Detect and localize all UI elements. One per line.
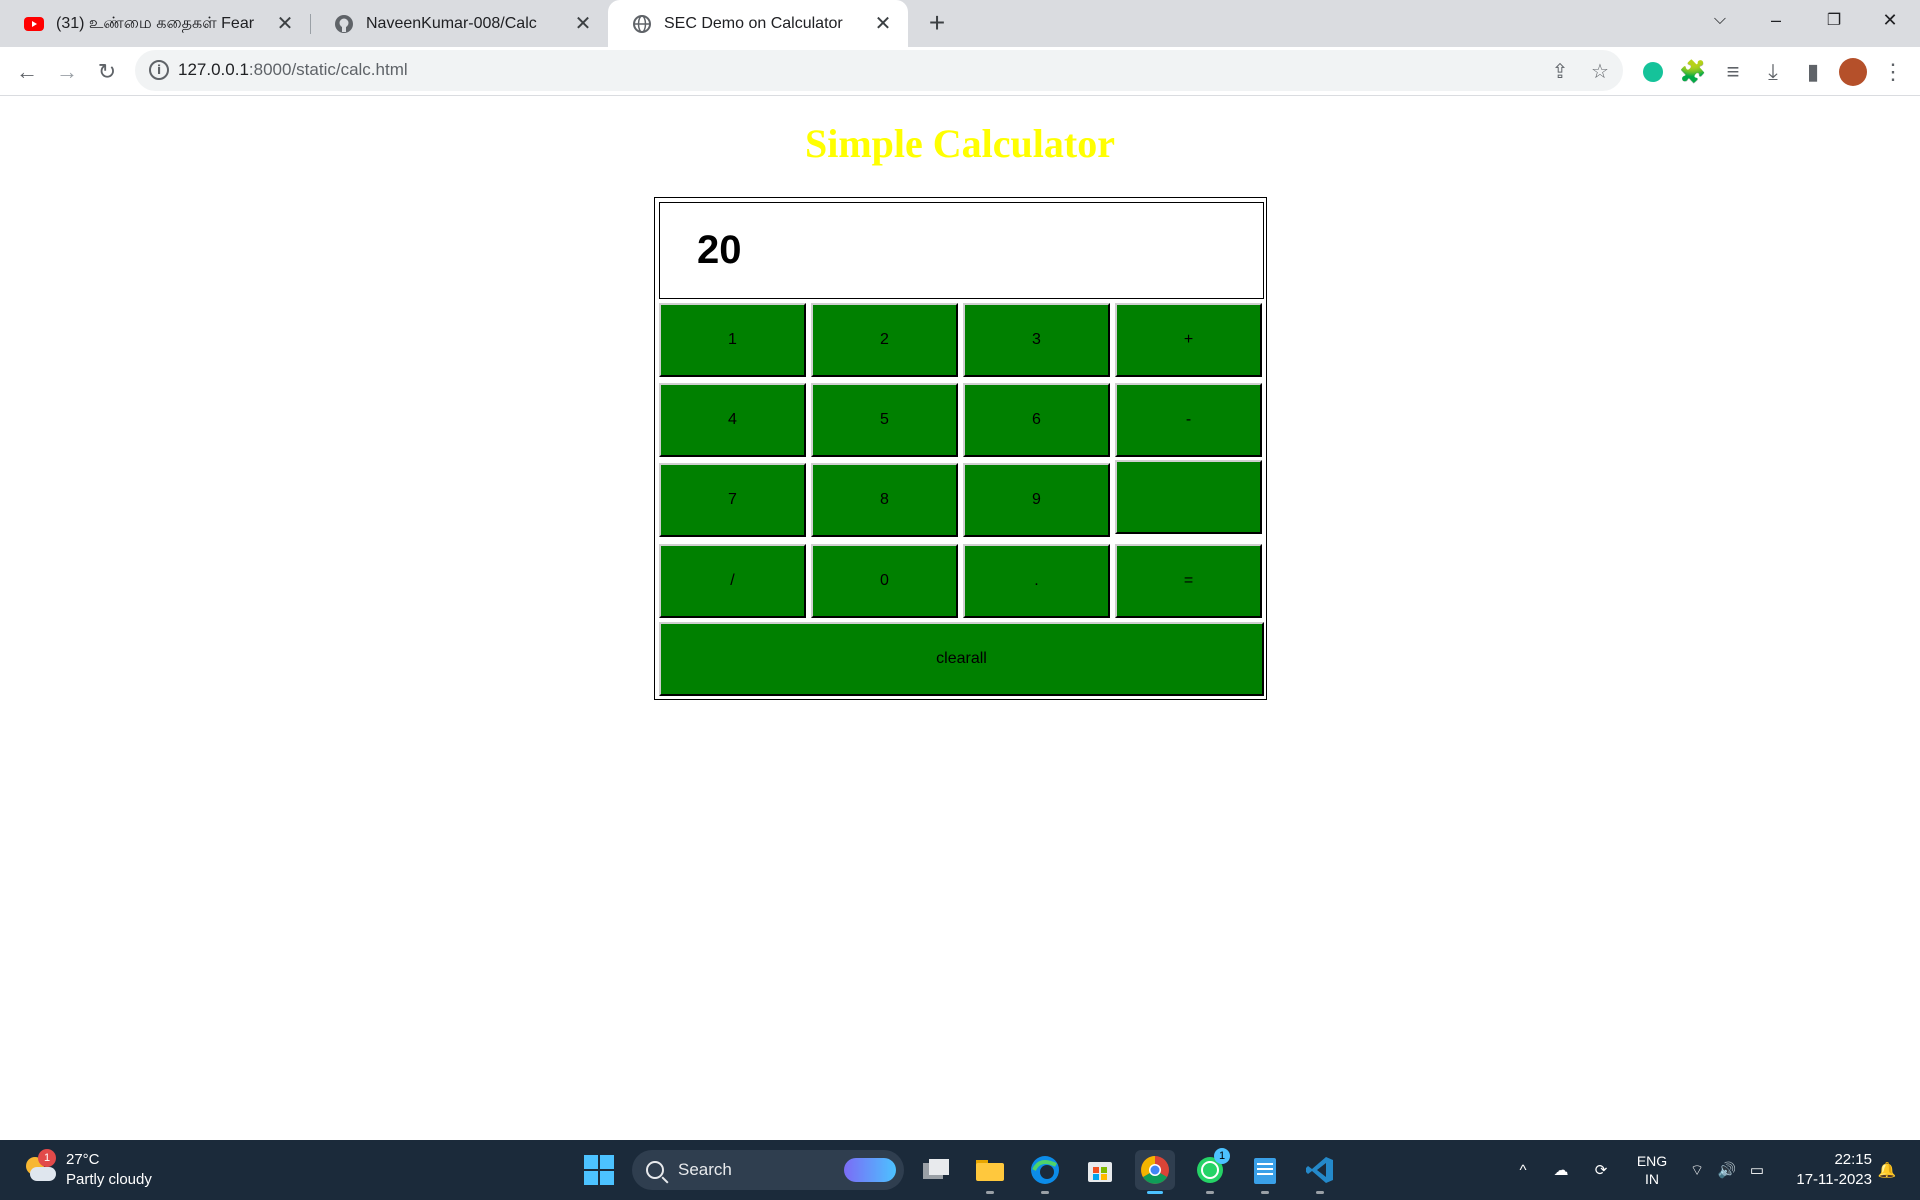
side-panel-icon[interactable]: ▮ xyxy=(1796,55,1830,89)
address-bar[interactable]: i 127.0.0.1:8000/static/calc.html ⇪ ☆ xyxy=(135,50,1623,91)
media-control-icon[interactable]: ≡ xyxy=(1716,55,1750,89)
tab-youtube[interactable]: (31) உண்மை கதைகள் Fear ✕ xyxy=(0,0,310,47)
share-icon[interactable]: ⇪ xyxy=(1547,58,1573,84)
language-code: ENG xyxy=(1636,1153,1668,1169)
tab-strip: (31) உண்மை கதைகள் Fear ✕ NaveenKumar-008… xyxy=(0,0,1920,47)
partly-cloudy-icon: 1 xyxy=(24,1149,56,1185)
tab-search-icon[interactable]: ⌵ xyxy=(1692,0,1748,40)
volume-icon[interactable]: 🔊 xyxy=(1714,1140,1740,1200)
key-7[interactable]: 7 xyxy=(659,463,806,537)
key-9[interactable]: 9 xyxy=(963,463,1110,537)
windows-start-icon[interactable] xyxy=(579,1150,619,1190)
page-title: Simple Calculator xyxy=(805,121,1115,166)
grammarly-extension-icon[interactable] xyxy=(1636,55,1670,89)
whatsapp-icon[interactable]: 1 xyxy=(1190,1148,1230,1194)
key-blank[interactable] xyxy=(1115,460,1262,534)
key-0[interactable]: 0 xyxy=(811,544,958,618)
search-icon xyxy=(646,1161,664,1179)
key-divide[interactable]: / xyxy=(659,544,806,618)
github-icon xyxy=(335,14,353,33)
onedrive-icon[interactable]: ☁ xyxy=(1546,1140,1576,1200)
back-icon[interactable]: ← xyxy=(10,55,44,89)
minimize-button[interactable]: – xyxy=(1748,0,1804,40)
language-region: IN xyxy=(1645,1171,1659,1187)
show-hidden-icons-chevron-icon[interactable]: ^ xyxy=(1508,1140,1538,1200)
url-path: :8000/static/calc.html xyxy=(248,60,408,79)
bookmark-star-icon[interactable]: ☆ xyxy=(1587,58,1613,84)
close-icon[interactable]: ✕ xyxy=(572,13,594,35)
whatsapp-badge: 1 xyxy=(1214,1148,1230,1164)
key-4[interactable]: 4 xyxy=(659,383,806,457)
forward-icon[interactable]: → xyxy=(50,55,84,89)
language-indicator[interactable]: ENG IN xyxy=(1630,1140,1674,1200)
notepad-icon[interactable] xyxy=(1245,1150,1285,1194)
site-info-icon[interactable]: i xyxy=(149,60,169,80)
clock[interactable]: 22:15 17-11-2023 xyxy=(1782,1140,1872,1200)
menu-kebab-icon[interactable]: ⋮ xyxy=(1876,55,1910,89)
url-text[interactable]: 127.0.0.1:8000/static/calc.html xyxy=(178,60,408,80)
restore-button[interactable]: ❐ xyxy=(1806,0,1862,40)
youtube-icon xyxy=(24,16,44,31)
browser-toolbar: ← → ↻ i 127.0.0.1:8000/static/calc.html … xyxy=(0,47,1920,96)
file-explorer-icon[interactable] xyxy=(970,1150,1010,1194)
task-view-icon[interactable] xyxy=(916,1150,956,1190)
close-window-button[interactable]: ✕ xyxy=(1862,0,1918,40)
key-2[interactable]: 2 xyxy=(811,303,958,377)
tab-title: NaveenKumar-008/Calc xyxy=(366,14,537,32)
clock-date: 17-11-2023 xyxy=(1796,1171,1872,1188)
key-3[interactable]: 3 xyxy=(963,303,1110,377)
close-icon[interactable]: ✕ xyxy=(872,13,894,35)
sync-icon[interactable]: ⟳ xyxy=(1586,1140,1616,1200)
tab-title: SEC Demo on Calculator xyxy=(664,14,843,32)
key-decimal[interactable]: . xyxy=(963,544,1110,618)
profile-avatar[interactable] xyxy=(1836,55,1870,89)
close-icon[interactable]: ✕ xyxy=(274,13,296,35)
clock-time: 22:15 xyxy=(1834,1151,1872,1168)
key-8[interactable]: 8 xyxy=(811,463,958,537)
weather-widget[interactable]: 1 27°C Partly cloudy xyxy=(24,1149,152,1190)
key-minus[interactable]: - xyxy=(1115,383,1262,457)
key-6[interactable]: 6 xyxy=(963,383,1110,457)
weather-temperature: 27°C xyxy=(66,1151,100,1168)
weather-badge: 1 xyxy=(38,1149,56,1167)
clear-all-button[interactable]: clearall xyxy=(659,622,1264,696)
chrome-icon[interactable] xyxy=(1135,1150,1175,1194)
extensions-puzzle-icon[interactable]: 🧩 xyxy=(1676,55,1710,89)
key-5[interactable]: 5 xyxy=(811,383,958,457)
globe-icon xyxy=(633,14,651,33)
url-host: 127.0.0.1 xyxy=(178,60,249,79)
taskbar-search[interactable]: Search xyxy=(632,1150,904,1190)
edge-browser-icon[interactable] xyxy=(1025,1150,1065,1194)
key-equals[interactable]: = xyxy=(1115,544,1262,618)
bing-chat-icon[interactable] xyxy=(844,1158,896,1182)
key-plus[interactable]: + xyxy=(1115,303,1262,377)
tab-github[interactable]: NaveenKumar-008/Calc ✕ xyxy=(310,0,608,47)
tab-calculator[interactable]: SEC Demo on Calculator ✕ xyxy=(608,0,908,47)
calculator-display[interactable]: 20 xyxy=(659,202,1264,299)
calculator: 20 1 2 3 + 4 5 6 - 7 8 9 / 0 . = clearal… xyxy=(654,197,1267,700)
notification-bell-icon[interactable]: 🔔 xyxy=(1872,1140,1902,1200)
tab-title: (31) உண்மை கதைகள் Fear xyxy=(56,14,255,32)
wifi-icon[interactable]: ⌔ xyxy=(1684,1140,1710,1200)
vscode-icon[interactable] xyxy=(1300,1150,1340,1194)
download-icon[interactable]: ⤓ xyxy=(1756,55,1790,89)
battery-icon[interactable]: ▭ xyxy=(1744,1140,1770,1200)
new-tab-button[interactable]: + xyxy=(920,6,954,40)
reload-icon[interactable]: ↻ xyxy=(90,55,124,89)
weather-description: Partly cloudy xyxy=(66,1171,152,1188)
search-label: Search xyxy=(678,1160,732,1179)
windows-taskbar: 1 27°C Partly cloudy Search 1 ^ ☁ ⟳ ENG … xyxy=(0,1140,1920,1200)
microsoft-store-icon[interactable] xyxy=(1080,1150,1120,1190)
key-1[interactable]: 1 xyxy=(659,303,806,377)
